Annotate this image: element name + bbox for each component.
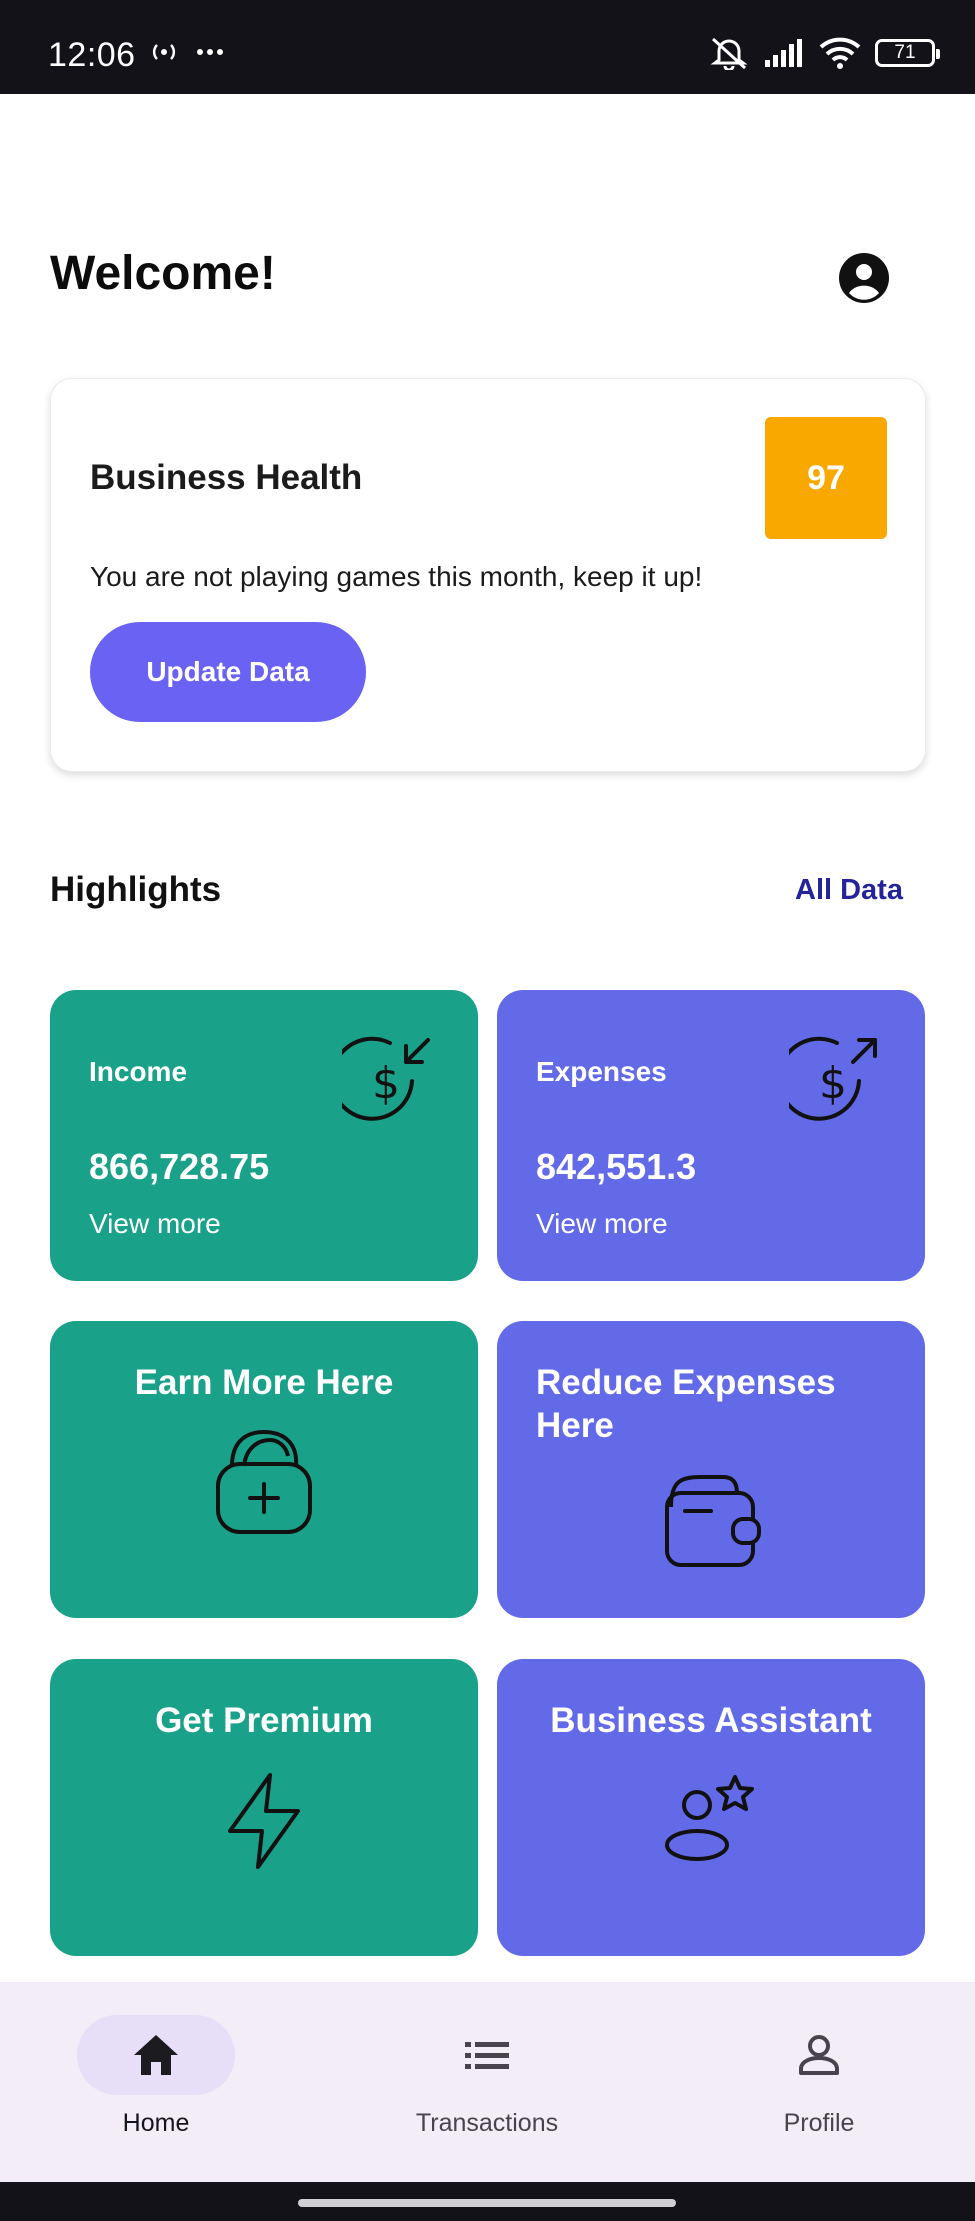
nav-label-home: Home (122, 2109, 190, 2137)
wallet-icon (665, 1475, 761, 1567)
nav-label-transactions: Transactions (415, 2109, 559, 2137)
health-score-badge: 97 (765, 417, 887, 539)
expenses-value: 842,551.3 (536, 1146, 697, 1187)
business-assistant-label: Business Assistant (550, 1701, 872, 1740)
nav-pill-profile (740, 2015, 898, 2095)
status-time: 12:06 (48, 36, 136, 74)
home-icon (134, 2035, 178, 2075)
income-label: Income (89, 1056, 188, 1087)
status-bar: 12:06 71 (0, 0, 975, 94)
lightning-icon (228, 1773, 300, 1869)
bottom-navigation: Home Transactions Profile (0, 1982, 975, 2182)
income-view-more[interactable]: View more (89, 1208, 221, 1240)
person-icon (799, 2035, 839, 2075)
business-assistant-tile[interactable]: Business Assistant (497, 1659, 925, 1956)
dollar-out-icon: $ (789, 1036, 877, 1121)
business-health-card: Business Health 97 You are not playing g… (50, 378, 926, 772)
nav-active-indicator (77, 2015, 235, 2095)
status-left-icons (150, 40, 230, 69)
svg-text:$: $ (819, 1058, 847, 1109)
earn-more-tile[interactable]: Earn More Here (50, 1321, 478, 1618)
status-right-icons: 71 (709, 36, 940, 70)
reduce-expenses-label-line1: Reduce Expenses (536, 1363, 836, 1402)
dollar-in-icon: $ (342, 1036, 430, 1121)
expenses-label: Expenses (536, 1056, 667, 1087)
expenses-view-more[interactable]: View more (536, 1208, 668, 1240)
expenses-tile[interactable]: Expenses $ 842,551.3 View more (497, 990, 925, 1281)
income-value: 866,728.75 (89, 1146, 270, 1187)
wifi-icon (819, 37, 861, 69)
reduce-expenses-tile[interactable]: Reduce Expenses Here (497, 1321, 925, 1618)
bag-add-icon (216, 1429, 312, 1534)
svg-text:$: $ (372, 1058, 400, 1109)
all-data-link[interactable]: All Data (795, 874, 903, 907)
get-premium-tile[interactable]: Get Premium (50, 1659, 478, 1956)
battery-indicator: 71 (875, 39, 940, 67)
nav-item-profile[interactable]: Profile (740, 2015, 898, 2138)
highlights-title: Highlights (50, 870, 222, 909)
business-health-title: Business Health (90, 458, 363, 497)
person-star-icon (665, 1775, 754, 1861)
nav-label-profile: Profile (783, 2109, 855, 2137)
page-title: Welcome! (50, 247, 276, 300)
mute-bell-icon (710, 37, 748, 70)
signal-icon (765, 39, 802, 67)
reduce-expenses-label-line2: Here (536, 1406, 614, 1445)
nav-item-transactions[interactable]: Transactions (408, 2015, 566, 2138)
list-icon (465, 2042, 509, 2069)
gesture-handle[interactable] (298, 2199, 676, 2207)
business-health-message: You are not playing games this month, ke… (90, 561, 703, 592)
reduce-expenses-label: Reduce Expenses Here (536, 1361, 836, 1447)
get-premium-label: Get Premium (155, 1701, 373, 1740)
hotspot-icon (152, 44, 223, 60)
earn-more-label: Earn More Here (134, 1363, 394, 1402)
update-data-button[interactable]: Update Data (90, 622, 366, 722)
income-tile[interactable]: Income $ 866,728.75 View more (50, 990, 478, 1281)
account-circle-icon (839, 253, 889, 303)
system-gesture-area (0, 2182, 975, 2221)
profile-button[interactable] (838, 252, 890, 304)
nav-item-home[interactable]: Home (77, 2015, 235, 2138)
nav-pill-transactions (408, 2015, 566, 2095)
